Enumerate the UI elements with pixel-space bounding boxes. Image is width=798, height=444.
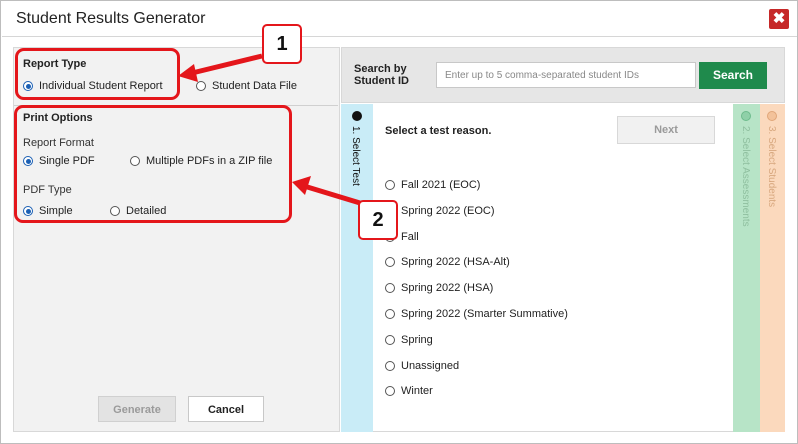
callout-arrows: [178, 53, 361, 206]
callout-badge-2: 2: [358, 200, 398, 240]
callout-arrow-2: [303, 183, 361, 206]
callout-badge-1: 1: [262, 24, 302, 64]
callout-arrow-1: [187, 53, 263, 77]
callout-arrowhead-1: [178, 64, 198, 82]
